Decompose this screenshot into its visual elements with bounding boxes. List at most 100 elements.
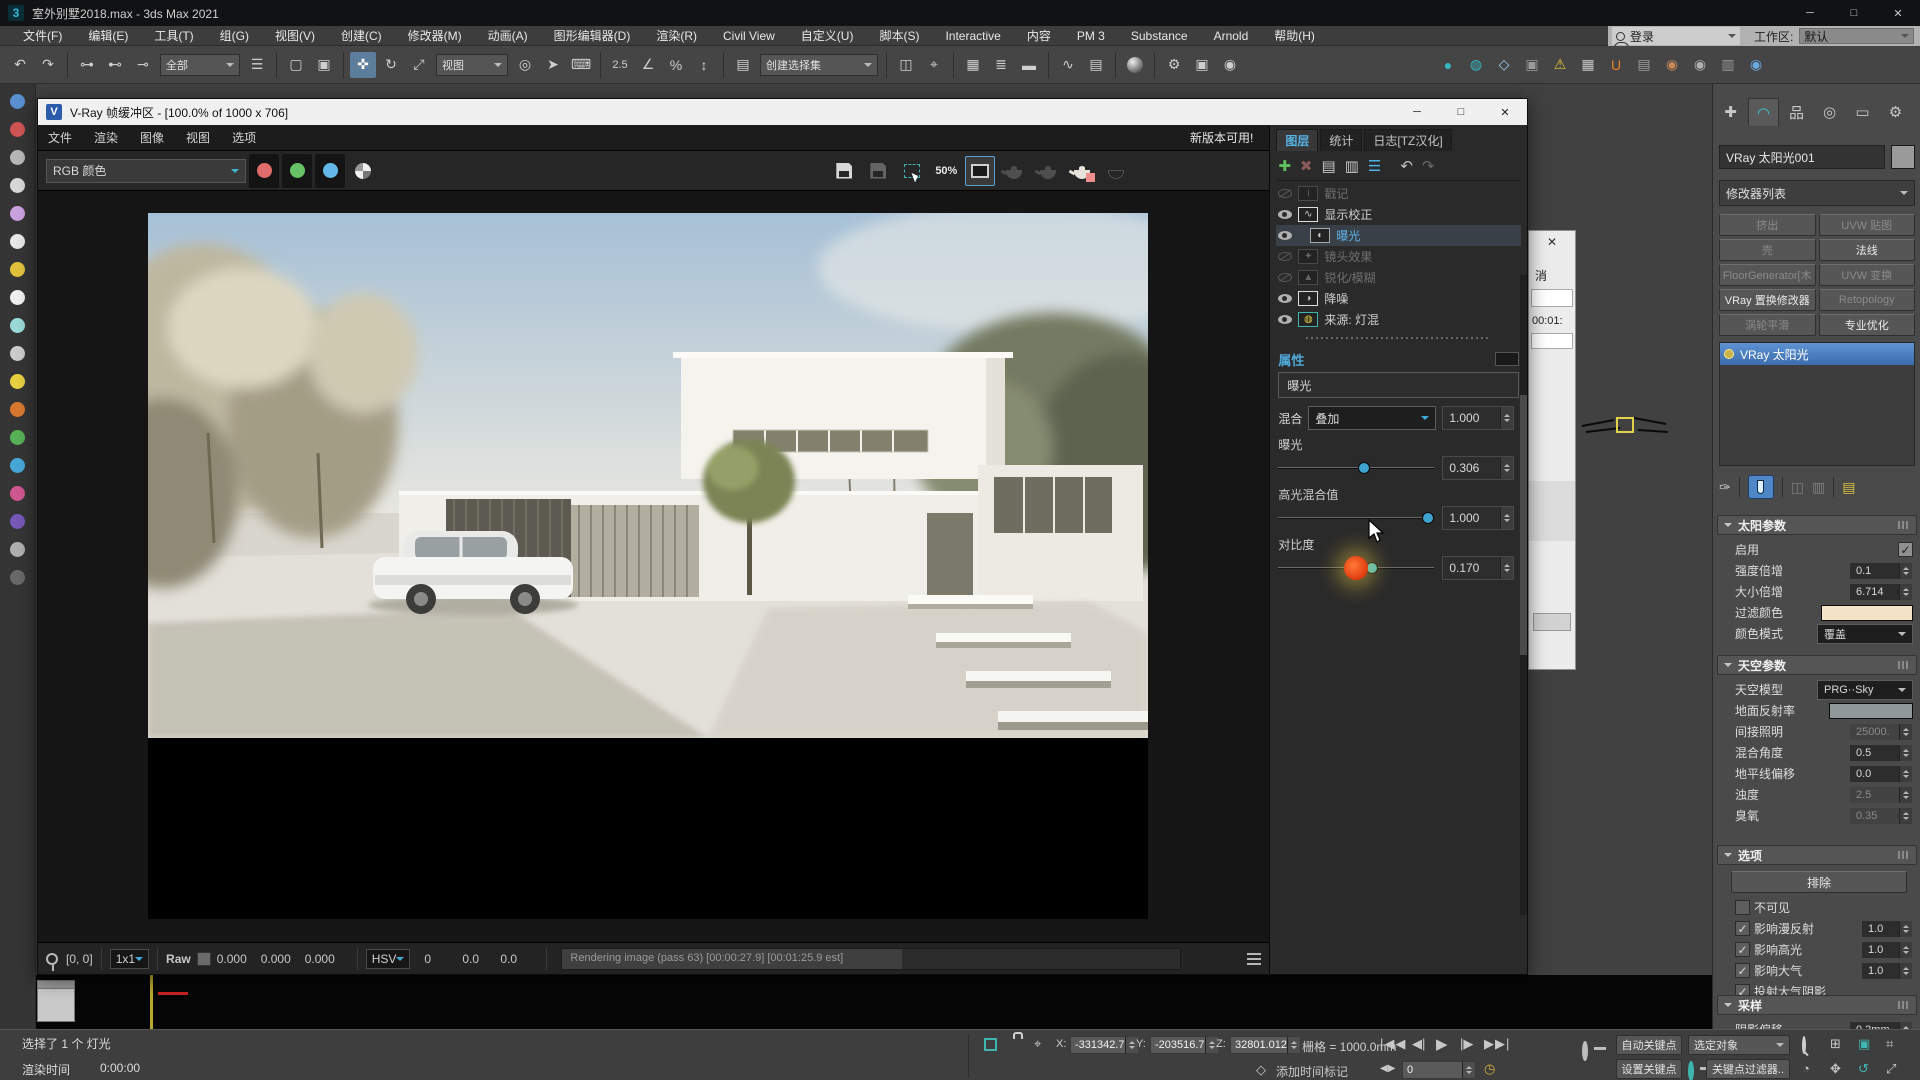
- menu-item-create[interactable]: 创建(C): [328, 27, 395, 44]
- modifier-button-shell[interactable]: 壳: [1719, 239, 1816, 261]
- left-toolbar-icon[interactable]: [10, 402, 25, 417]
- menu-item-rendering[interactable]: 渲染(R): [643, 27, 710, 44]
- left-toolbar-icon[interactable]: [10, 570, 25, 585]
- layer-name-field[interactable]: 曝光: [1278, 372, 1519, 398]
- blue-channel-button[interactable]: [315, 154, 345, 188]
- mini-listener[interactable]: [37, 980, 75, 1022]
- menu-item-tools[interactable]: 工具(T): [141, 27, 206, 44]
- create-tab-icon[interactable]: ✚: [1715, 98, 1746, 126]
- render-production-icon[interactable]: [1067, 156, 1097, 186]
- layer-row-display-correction[interactable]: ∿ 显示校正: [1276, 204, 1521, 225]
- save-layers-icon[interactable]: ▤: [1321, 157, 1335, 175]
- remove-modifier-icon[interactable]: ▥: [1812, 479, 1825, 496]
- pin-stack-icon[interactable]: ✑: [1719, 479, 1731, 496]
- modify-tab-icon[interactable]: ◠: [1748, 98, 1779, 126]
- maximize-viewport-icon[interactable]: ⤢: [1886, 1061, 1896, 1077]
- undo-icon[interactable]: ↶: [7, 52, 33, 78]
- render-production-icon[interactable]: ◉: [1217, 52, 1243, 78]
- transform-gizmo-icon[interactable]: ⌖: [1034, 1036, 1041, 1052]
- vfb-titlebar[interactable]: V V-Ray 帧缓冲区 - [100.0% of 1000 x 706] ─ …: [38, 99, 1527, 125]
- tool-icon-4[interactable]: ▥: [1715, 52, 1741, 78]
- stop-render-icon[interactable]: [1101, 156, 1131, 186]
- percent-snap-icon[interactable]: %: [663, 52, 689, 78]
- pixel-probe-icon[interactable]: [46, 953, 58, 965]
- affect-atmosphere-field[interactable]: 1.0: [1861, 962, 1913, 980]
- contrast-value-field[interactable]: 0.170: [1442, 556, 1514, 580]
- ground-albedo-swatch[interactable]: [1829, 703, 1913, 719]
- go-to-end-icon[interactable]: ▶▶|: [1484, 1036, 1510, 1052]
- play-icon[interactable]: ▶: [1436, 1035, 1448, 1053]
- menu-item-help[interactable]: 帮助(H): [1261, 27, 1328, 44]
- mirror-icon[interactable]: ◫: [893, 52, 919, 78]
- color-mode-dropdown[interactable]: 覆盖: [1817, 624, 1913, 644]
- add-layer-icon[interactable]: ✚: [1278, 157, 1291, 175]
- tab-stats[interactable]: 统计: [1320, 129, 1362, 151]
- exclude-button[interactable]: 排除: [1731, 871, 1907, 893]
- tab-layers[interactable]: 图层: [1276, 129, 1318, 151]
- visibility-eye-icon[interactable]: [1278, 273, 1292, 282]
- vfb-close-button[interactable]: ✕: [1483, 99, 1527, 125]
- qr-icon[interactable]: ▦: [1575, 52, 1601, 78]
- left-toolbar-icon[interactable]: [10, 234, 25, 249]
- zoom-all-icon[interactable]: ⊞: [1830, 1036, 1841, 1052]
- new-version-notice[interactable]: 新版本可用!: [1190, 129, 1253, 146]
- properties-options-icon[interactable]: [1495, 352, 1519, 366]
- reference-coordinate-dropdown[interactable]: 视图: [436, 54, 508, 76]
- vfb-menu-image[interactable]: 图像: [140, 129, 164, 146]
- workspace-dropdown[interactable]: 默认: [1799, 28, 1914, 44]
- rollout-header[interactable]: 选项: [1717, 845, 1917, 865]
- undo-icon[interactable]: ↶: [1400, 157, 1413, 175]
- modifier-button-prooptimizer[interactable]: 专业优化: [1819, 314, 1916, 336]
- sign-in-button[interactable]: 登录: [1612, 27, 1740, 45]
- enable-checkbox[interactable]: ✓: [1898, 542, 1913, 557]
- blend-angle-field[interactable]: 0.5: [1849, 744, 1913, 762]
- horizon-offset-field[interactable]: 0.0: [1849, 765, 1913, 783]
- x-coordinate-field[interactable]: -331342.7: [1070, 1036, 1130, 1054]
- menu-item-customize[interactable]: 自定义(U): [788, 27, 867, 44]
- layer-row-stamp[interactable]: i 戳记: [1276, 183, 1521, 204]
- spinner-snap-icon[interactable]: ↕: [691, 52, 717, 78]
- save-image-icon[interactable]: [829, 156, 859, 186]
- align-icon[interactable]: ⌖: [921, 52, 947, 78]
- affect-specular-checkbox[interactable]: ✓: [1735, 942, 1750, 957]
- visibility-eye-icon[interactable]: [1278, 252, 1292, 261]
- current-frame-field[interactable]: 0: [1402, 1061, 1476, 1079]
- menu-item-pm3[interactable]: PM 3: [1064, 29, 1118, 43]
- unlink-icon[interactable]: ⊷: [102, 52, 128, 78]
- visibility-eye-icon[interactable]: [1278, 210, 1292, 219]
- delete-layer-icon[interactable]: ✖: [1300, 157, 1313, 175]
- visibility-eye-icon[interactable]: [1278, 315, 1292, 324]
- edit-named-selections-icon[interactable]: ▤: [730, 52, 756, 78]
- time-config-icon[interactable]: ◷: [1484, 1061, 1495, 1077]
- layer-row-lens-effects[interactable]: ✦ 镜头效果: [1276, 246, 1521, 267]
- rollout-header[interactable]: 太阳参数: [1717, 515, 1917, 535]
- modifier-button-normal[interactable]: 法线: [1819, 239, 1916, 261]
- visibility-eye-icon[interactable]: [1278, 231, 1292, 240]
- vfb-menu-options[interactable]: 选项: [232, 129, 256, 146]
- cancel-button-fragment[interactable]: 消: [1535, 267, 1547, 284]
- modifier-button-uvw-xform[interactable]: UVW 变换: [1819, 264, 1916, 286]
- teapot-icon-2[interactable]: ◉: [1687, 52, 1713, 78]
- menu-item-graph-editors[interactable]: 图形编辑器(D): [541, 27, 644, 44]
- pan-icon[interactable]: ✥: [1830, 1061, 1841, 1077]
- zoom-icon[interactable]: [1802, 1038, 1806, 1052]
- redo-icon[interactable]: ↷: [1422, 157, 1435, 175]
- left-toolbar-icon[interactable]: [10, 206, 25, 221]
- close-icon[interactable]: ✕: [1547, 235, 1557, 249]
- rotate-tool-icon[interactable]: ↻: [378, 52, 404, 78]
- rendered-frame-window-icon[interactable]: ▣: [1189, 52, 1215, 78]
- size-field[interactable]: 6.714: [1849, 583, 1913, 601]
- panel-scrollbar[interactable]: [1520, 275, 1527, 915]
- select-by-name-icon[interactable]: ☰: [244, 52, 270, 78]
- left-toolbar-icon[interactable]: [10, 150, 25, 165]
- configure-modifier-sets-icon[interactable]: ▤: [1842, 479, 1855, 496]
- curve-editor-icon[interactable]: ∿: [1055, 52, 1081, 78]
- left-toolbar-icon[interactable]: [10, 318, 25, 333]
- key-filter-scope-dropdown[interactable]: 选定对象: [1688, 1035, 1790, 1055]
- go-to-start-icon[interactable]: |◀◀: [1380, 1036, 1406, 1052]
- modifier-list-dropdown[interactable]: 修改器列表: [1719, 180, 1915, 206]
- highlight-burn-value-field[interactable]: 1.000: [1442, 506, 1514, 530]
- tool-icon-1[interactable]: ◇: [1491, 52, 1517, 78]
- left-toolbar-icon[interactable]: [10, 486, 25, 501]
- scale-tool-icon[interactable]: ⤢: [406, 52, 432, 78]
